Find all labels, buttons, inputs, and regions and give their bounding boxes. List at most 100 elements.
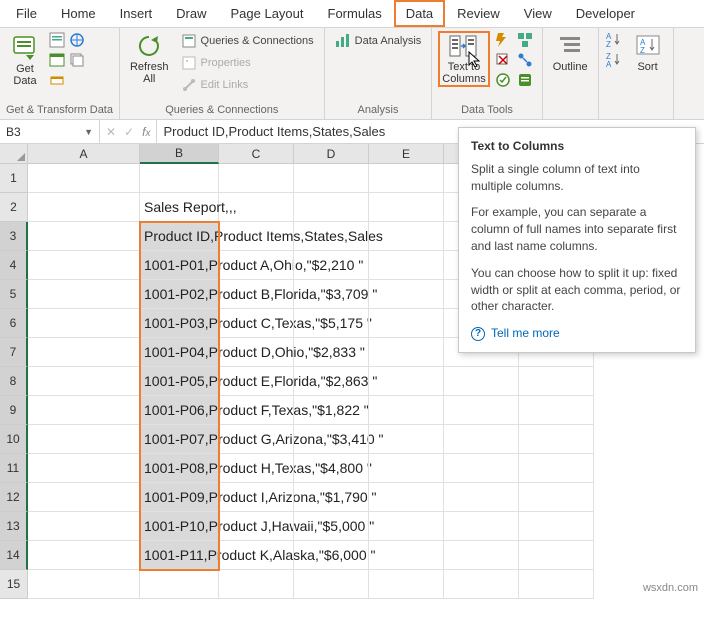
sort-asc-icon[interactable]: AZ xyxy=(605,31,623,49)
recent-sources-icon[interactable] xyxy=(68,51,86,69)
cell[interactable] xyxy=(219,164,294,193)
cell[interactable] xyxy=(294,280,369,309)
cell[interactable] xyxy=(369,251,444,280)
cell[interactable] xyxy=(444,570,519,599)
cell[interactable] xyxy=(28,425,140,454)
cell[interactable]: 1001-P08,Product H,Texas,"$4,800 " xyxy=(140,454,219,483)
cell[interactable] xyxy=(369,454,444,483)
tab-draw[interactable]: Draw xyxy=(164,0,218,27)
row-header[interactable]: 8 xyxy=(0,367,28,396)
cell[interactable]: 1001-P11,Product K,Alaska,"$6,000 " xyxy=(140,541,219,570)
cell[interactable] xyxy=(140,164,219,193)
properties-button[interactable]: Properties xyxy=(177,53,318,73)
cell[interactable]: 1001-P06,Product F,Texas,"$1,822 " xyxy=(140,396,219,425)
cell[interactable] xyxy=(28,280,140,309)
cell[interactable] xyxy=(519,367,594,396)
cell[interactable] xyxy=(294,512,369,541)
cell[interactable] xyxy=(28,338,140,367)
col-header-e[interactable]: E xyxy=(369,144,444,164)
cell[interactable] xyxy=(28,512,140,541)
remove-dup-icon[interactable] xyxy=(494,51,512,69)
cell[interactable] xyxy=(369,541,444,570)
tab-page-layout[interactable]: Page Layout xyxy=(219,0,316,27)
cell[interactable] xyxy=(219,425,294,454)
row-header[interactable]: 4 xyxy=(0,251,28,280)
flash-fill-icon[interactable] xyxy=(494,31,512,49)
cell[interactable] xyxy=(519,570,594,599)
cell[interactable] xyxy=(369,483,444,512)
queries-connections-button[interactable]: Queries & Connections xyxy=(177,31,318,51)
cell[interactable]: 1001-P07,Product G,Arizona,"$3,410 " xyxy=(140,425,219,454)
cell[interactable] xyxy=(294,367,369,396)
cell[interactable] xyxy=(369,367,444,396)
cell[interactable] xyxy=(369,280,444,309)
cell[interactable]: 1001-P04,Product D,Ohio,"$2,833 " xyxy=(140,338,219,367)
cell[interactable] xyxy=(28,483,140,512)
select-all-corner[interactable] xyxy=(0,144,28,164)
cell[interactable]: 1001-P01,Product A,Ohio,"$2,210 " xyxy=(140,251,219,280)
col-header-a[interactable]: A xyxy=(28,144,140,164)
cell[interactable]: 1001-P05,Product E,Florida,"$2,863 " xyxy=(140,367,219,396)
row-header[interactable]: 15 xyxy=(0,570,28,599)
cell[interactable] xyxy=(444,541,519,570)
row-header[interactable]: 14 xyxy=(0,541,28,570)
text-to-columns-button[interactable]: Text to Columns xyxy=(438,31,489,87)
cell[interactable] xyxy=(294,338,369,367)
cell[interactable] xyxy=(444,483,519,512)
cell[interactable] xyxy=(294,454,369,483)
cell[interactable] xyxy=(294,541,369,570)
cell[interactable] xyxy=(519,541,594,570)
cell[interactable] xyxy=(28,396,140,425)
edit-links-button[interactable]: Edit Links xyxy=(177,75,318,95)
cell[interactable] xyxy=(294,251,369,280)
cell[interactable] xyxy=(519,396,594,425)
cell[interactable]: 1001-P09,Product I,Arizona,"$1,790 " xyxy=(140,483,219,512)
cell[interactable] xyxy=(28,367,140,396)
cell[interactable] xyxy=(444,425,519,454)
row-header[interactable]: 13 xyxy=(0,512,28,541)
refresh-all-button[interactable]: Refresh All xyxy=(126,31,173,87)
cell[interactable] xyxy=(369,570,444,599)
tab-formulas[interactable]: Formulas xyxy=(316,0,394,27)
cell[interactable] xyxy=(28,164,140,193)
cell[interactable]: 1001-P10,Product J,Hawaii,"$5,000 " xyxy=(140,512,219,541)
tab-data[interactable]: Data xyxy=(394,0,445,27)
from-web-icon[interactable] xyxy=(68,31,86,49)
row-header[interactable]: 7 xyxy=(0,338,28,367)
cell[interactable] xyxy=(28,251,140,280)
tab-review[interactable]: Review xyxy=(445,0,512,27)
enter-icon[interactable]: ✓ xyxy=(124,125,134,139)
cell[interactable] xyxy=(519,454,594,483)
cell[interactable] xyxy=(219,338,294,367)
cell[interactable] xyxy=(294,570,369,599)
tell-me-more-link[interactable]: ?Tell me more xyxy=(471,325,683,342)
cell[interactable] xyxy=(219,483,294,512)
cell[interactable] xyxy=(140,570,219,599)
cell[interactable] xyxy=(28,193,140,222)
row-header[interactable]: 10 xyxy=(0,425,28,454)
cell[interactable] xyxy=(28,541,140,570)
data-validation-icon[interactable] xyxy=(494,71,512,89)
cell[interactable] xyxy=(444,512,519,541)
cell[interactable]: Product ID,Product Items,States,Sales xyxy=(140,222,219,251)
cell[interactable]: 1001-P03,Product C,Texas,"$5,175 " xyxy=(140,309,219,338)
tab-file[interactable]: File xyxy=(4,0,49,27)
tab-home[interactable]: Home xyxy=(49,0,108,27)
data-analysis-button[interactable]: Data Analysis xyxy=(331,31,426,51)
col-header-b[interactable]: B xyxy=(140,144,219,164)
cell[interactable] xyxy=(219,193,294,222)
cell[interactable] xyxy=(219,454,294,483)
cell[interactable] xyxy=(369,164,444,193)
consolidate-icon[interactable] xyxy=(516,31,534,49)
cell[interactable] xyxy=(369,425,444,454)
cell[interactable] xyxy=(294,396,369,425)
relationships-icon[interactable] xyxy=(516,51,534,69)
cell[interactable] xyxy=(444,396,519,425)
col-header-c[interactable]: C xyxy=(219,144,294,164)
cell[interactable] xyxy=(219,570,294,599)
cell[interactable] xyxy=(219,280,294,309)
cell[interactable] xyxy=(219,512,294,541)
cell[interactable]: Sales Report,,, xyxy=(140,193,219,222)
cell[interactable] xyxy=(219,396,294,425)
existing-conn-icon[interactable] xyxy=(48,71,66,89)
